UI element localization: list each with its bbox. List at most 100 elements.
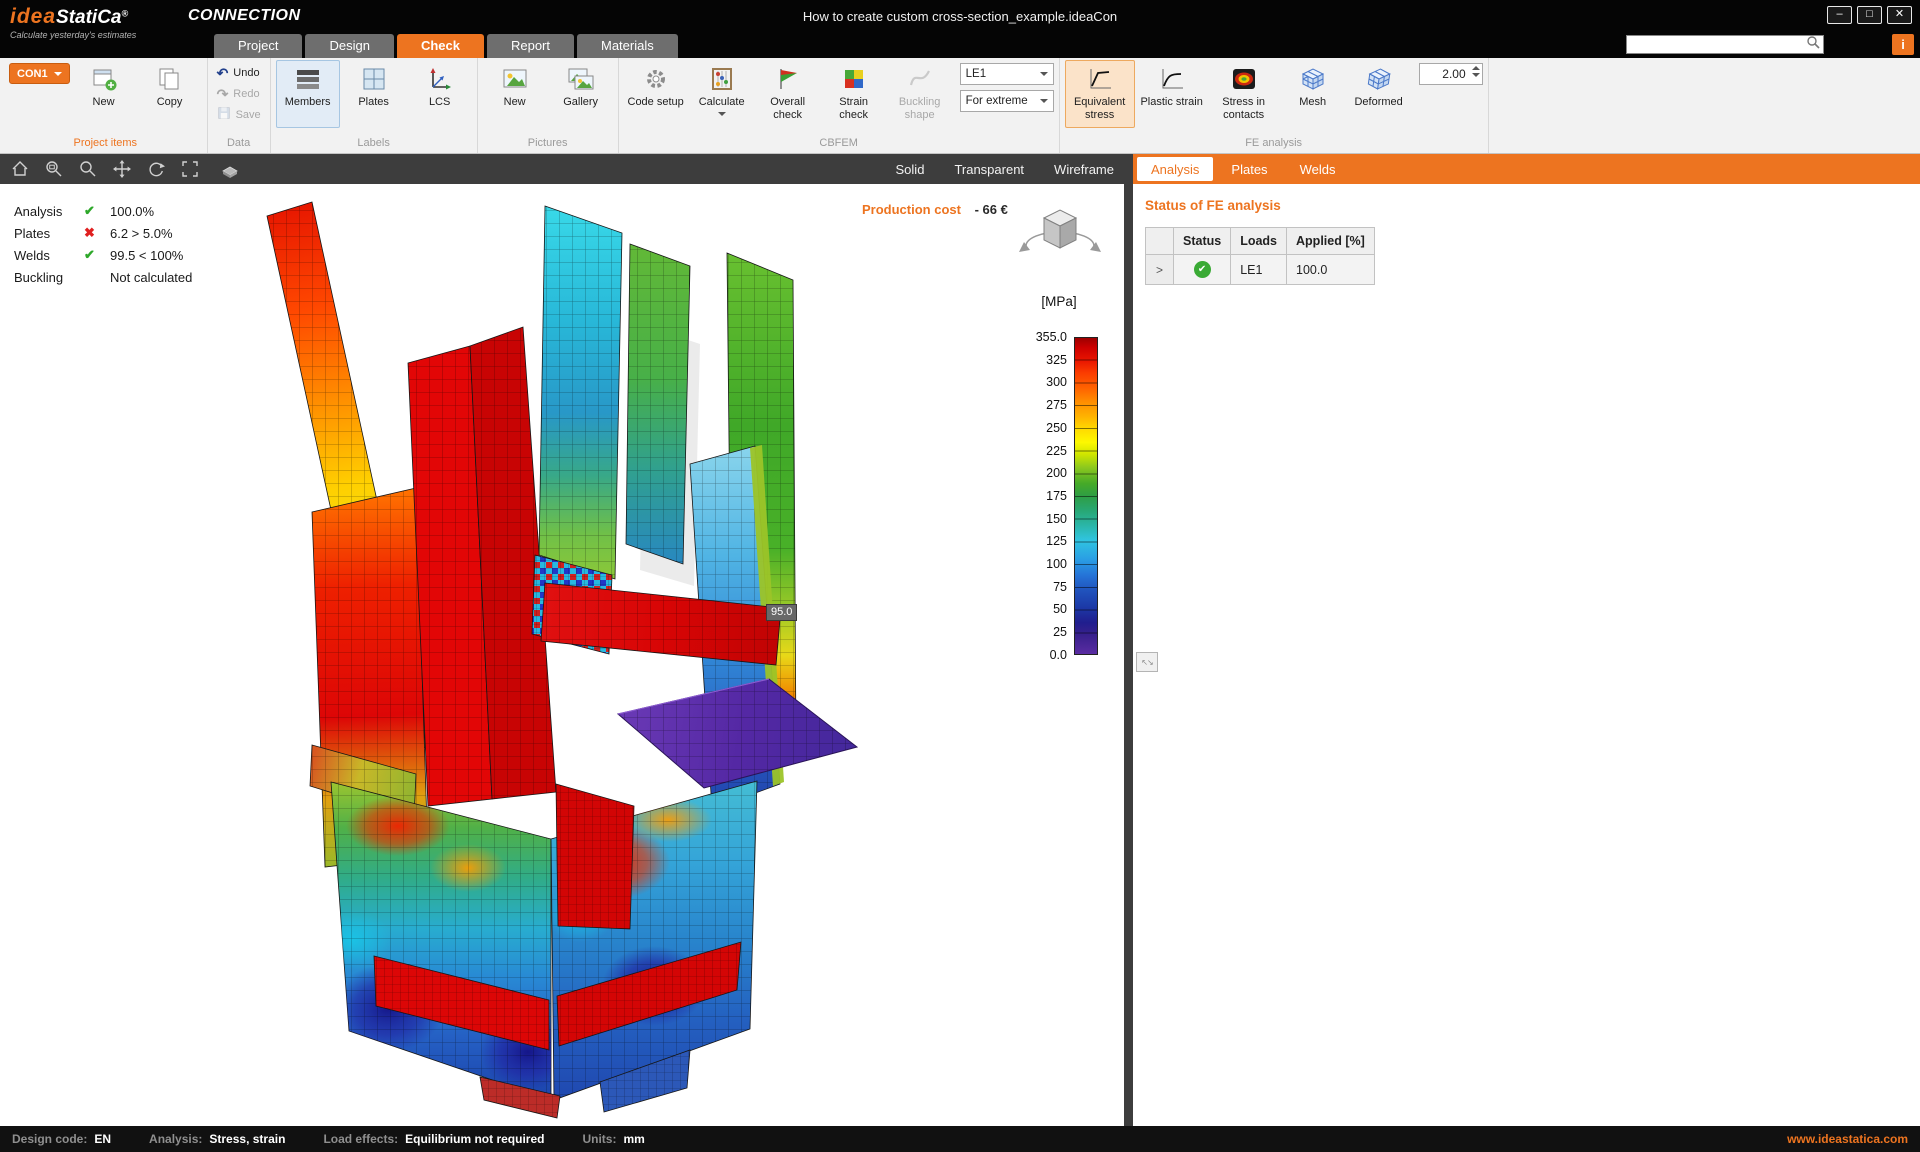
- close-button[interactable]: ✕: [1887, 6, 1912, 24]
- undo-button[interactable]: ↶ Undo: [213, 63, 265, 82]
- color-scale-legend: [MPa] 355.0 325 300 275 250 225 200 175 …: [1020, 294, 1098, 655]
- connection-item-selector[interactable]: CON1: [9, 63, 70, 84]
- buckling-shape-icon: [906, 65, 934, 93]
- column-header-status: Status: [1174, 228, 1231, 255]
- tab-project[interactable]: Project: [214, 34, 302, 58]
- extreme-select[interactable]: For extreme: [960, 90, 1054, 112]
- group-label-pictures: Pictures: [483, 134, 613, 153]
- app-tagline: Calculate yesterday's estimates: [10, 30, 136, 40]
- plates-icon: [360, 65, 388, 93]
- copy-item-button[interactable]: Copy: [138, 60, 202, 128]
- check-row-welds: Welds ✔ 99.5 < 100%: [14, 244, 192, 266]
- stress-curve-icon: [1086, 65, 1114, 93]
- mesh-button[interactable]: Mesh: [1281, 60, 1345, 128]
- info-button[interactable]: i: [1892, 34, 1914, 55]
- website-link[interactable]: www.ideastatica.com: [1787, 1132, 1908, 1146]
- ribbon-group-fe-analysis: Equivalent stress Plastic strain Stress …: [1060, 58, 1489, 153]
- view-mode-solid[interactable]: Solid: [896, 162, 925, 177]
- tab-report[interactable]: Report: [487, 34, 574, 58]
- results-panel-body: Status of FE analysis Status Loads Appli…: [1133, 184, 1920, 1126]
- group-label-labels: Labels: [276, 134, 472, 153]
- code-setup-button[interactable]: Code setup: [624, 60, 688, 128]
- model-canvas[interactable]: Analysis ✔ 100.0% Plates ✖ 6.2 > 5.0% We…: [0, 184, 1124, 1126]
- search-input[interactable]: [1627, 36, 1806, 53]
- status-cell: ✔: [1174, 255, 1231, 285]
- panel-splitter[interactable]: [1124, 154, 1133, 1126]
- check-summary: Analysis ✔ 100.0% Plates ✖ 6.2 > 5.0% We…: [14, 200, 192, 288]
- minimize-button[interactable]: –: [1827, 6, 1852, 24]
- search-icon[interactable]: [1806, 35, 1821, 55]
- chevron-down-icon: [1040, 72, 1048, 76]
- calculate-button[interactable]: Calculate: [690, 60, 754, 128]
- view-mode-transparent[interactable]: Transparent: [954, 162, 1024, 177]
- contact-stress-icon: [1230, 65, 1258, 93]
- document-title: How to create custom cross-section_examp…: [400, 9, 1520, 24]
- gallery-button[interactable]: Gallery: [549, 60, 613, 128]
- load-effect-select[interactable]: LE1: [960, 63, 1054, 85]
- production-cost: Production cost - 66 €: [862, 202, 1008, 217]
- members-labels-button[interactable]: Members: [276, 60, 340, 128]
- rotate-icon[interactable]: [146, 159, 166, 179]
- deformed-scale-value: 2.00: [1442, 67, 1465, 81]
- plates-labels-button[interactable]: Plates: [342, 60, 406, 128]
- results-panel: Analysis Plates Welds Status of FE analy…: [1133, 154, 1920, 1126]
- spinner-arrows[interactable]: [1472, 66, 1480, 77]
- tab-materials[interactable]: Materials: [577, 34, 678, 58]
- redo-icon: ↷: [217, 87, 229, 101]
- gear-icon: [642, 65, 670, 93]
- tab-check[interactable]: Check: [397, 34, 484, 58]
- panel-tab-plates[interactable]: Plates: [1215, 154, 1283, 184]
- flag-icon: [774, 65, 802, 93]
- idea-statica-connection-window: ideaStatiCa® Calculate yesterday's estim…: [0, 0, 1920, 1152]
- mesh-icon: [1299, 65, 1327, 93]
- redo-button[interactable]: ↷ Redo: [213, 84, 265, 103]
- search-box: [1626, 35, 1824, 54]
- plastic-strain-button[interactable]: Plastic strain: [1137, 60, 1207, 128]
- deformed-button[interactable]: Deformed: [1347, 60, 1411, 128]
- column-header-applied: Applied [%]: [1287, 228, 1375, 255]
- deformed-scale-spinner[interactable]: 2.00: [1419, 63, 1483, 85]
- legend-unit: [MPa]: [1020, 294, 1098, 309]
- home-view-icon[interactable]: [10, 159, 30, 179]
- column-header-loads: Loads: [1231, 228, 1287, 255]
- lcs-labels-button[interactable]: LCS: [408, 60, 472, 128]
- copy-icon: [156, 65, 184, 93]
- analysis-type-status: Analysis:Stress, strain: [149, 1132, 285, 1146]
- viewport-toolbar: Solid Transparent Wireframe: [0, 154, 1124, 184]
- new-picture-button[interactable]: New: [483, 60, 547, 128]
- new-project-item-button[interactable]: New: [72, 60, 136, 128]
- orientation-cube[interactable]: [1014, 196, 1106, 293]
- lcs-axes-icon: [426, 65, 454, 93]
- splitter-collapse-handle[interactable]: ↖↘: [1136, 652, 1158, 672]
- tab-design[interactable]: Design: [305, 34, 393, 58]
- pan-icon[interactable]: [112, 159, 132, 179]
- results-panel-tabs: Analysis Plates Welds: [1133, 154, 1920, 184]
- panel-tab-analysis[interactable]: Analysis: [1137, 157, 1213, 181]
- stress-in-contacts-button[interactable]: Stress in contacts: [1209, 60, 1279, 128]
- check-fail-icon: ✖: [84, 225, 110, 241]
- row-expander[interactable]: >: [1146, 255, 1174, 285]
- ribbon: CON1 New Copy Project items: [0, 58, 1920, 154]
- window-controls: – □ ✕: [1827, 6, 1912, 24]
- buckling-shape-button[interactable]: Buckling shape: [888, 60, 952, 128]
- 3d-viewport: Solid Transparent Wireframe: [0, 154, 1124, 1126]
- overall-check-button[interactable]: Overall check: [756, 60, 820, 128]
- strain-curve-icon: [1158, 65, 1186, 93]
- design-code-status: Design code:EN: [12, 1132, 111, 1146]
- units-status: Units:mm: [582, 1132, 644, 1146]
- panel-tab-welds[interactable]: Welds: [1284, 154, 1352, 184]
- save-button[interactable]: Save: [213, 105, 265, 124]
- app-logo: ideaStatiCa® Calculate yesterday's estim…: [10, 5, 136, 40]
- equivalent-stress-button[interactable]: Equivalent stress: [1065, 60, 1135, 128]
- zoom-window-icon[interactable]: [44, 159, 64, 179]
- strain-check-button[interactable]: Strain check: [822, 60, 886, 128]
- logo-statica: StatiCa: [56, 7, 121, 28]
- maximize-button[interactable]: □: [1857, 6, 1882, 24]
- chevron-down-icon: [54, 72, 62, 76]
- zoom-fit-icon[interactable]: [180, 159, 200, 179]
- view-mode-wireframe[interactable]: Wireframe: [1054, 162, 1114, 177]
- zoom-icon[interactable]: [78, 159, 98, 179]
- stress-model-visualization[interactable]: [0, 184, 1124, 1126]
- group-label-cbfem: CBFEM: [624, 134, 1054, 153]
- clip-plane-icon[interactable]: [220, 159, 240, 179]
